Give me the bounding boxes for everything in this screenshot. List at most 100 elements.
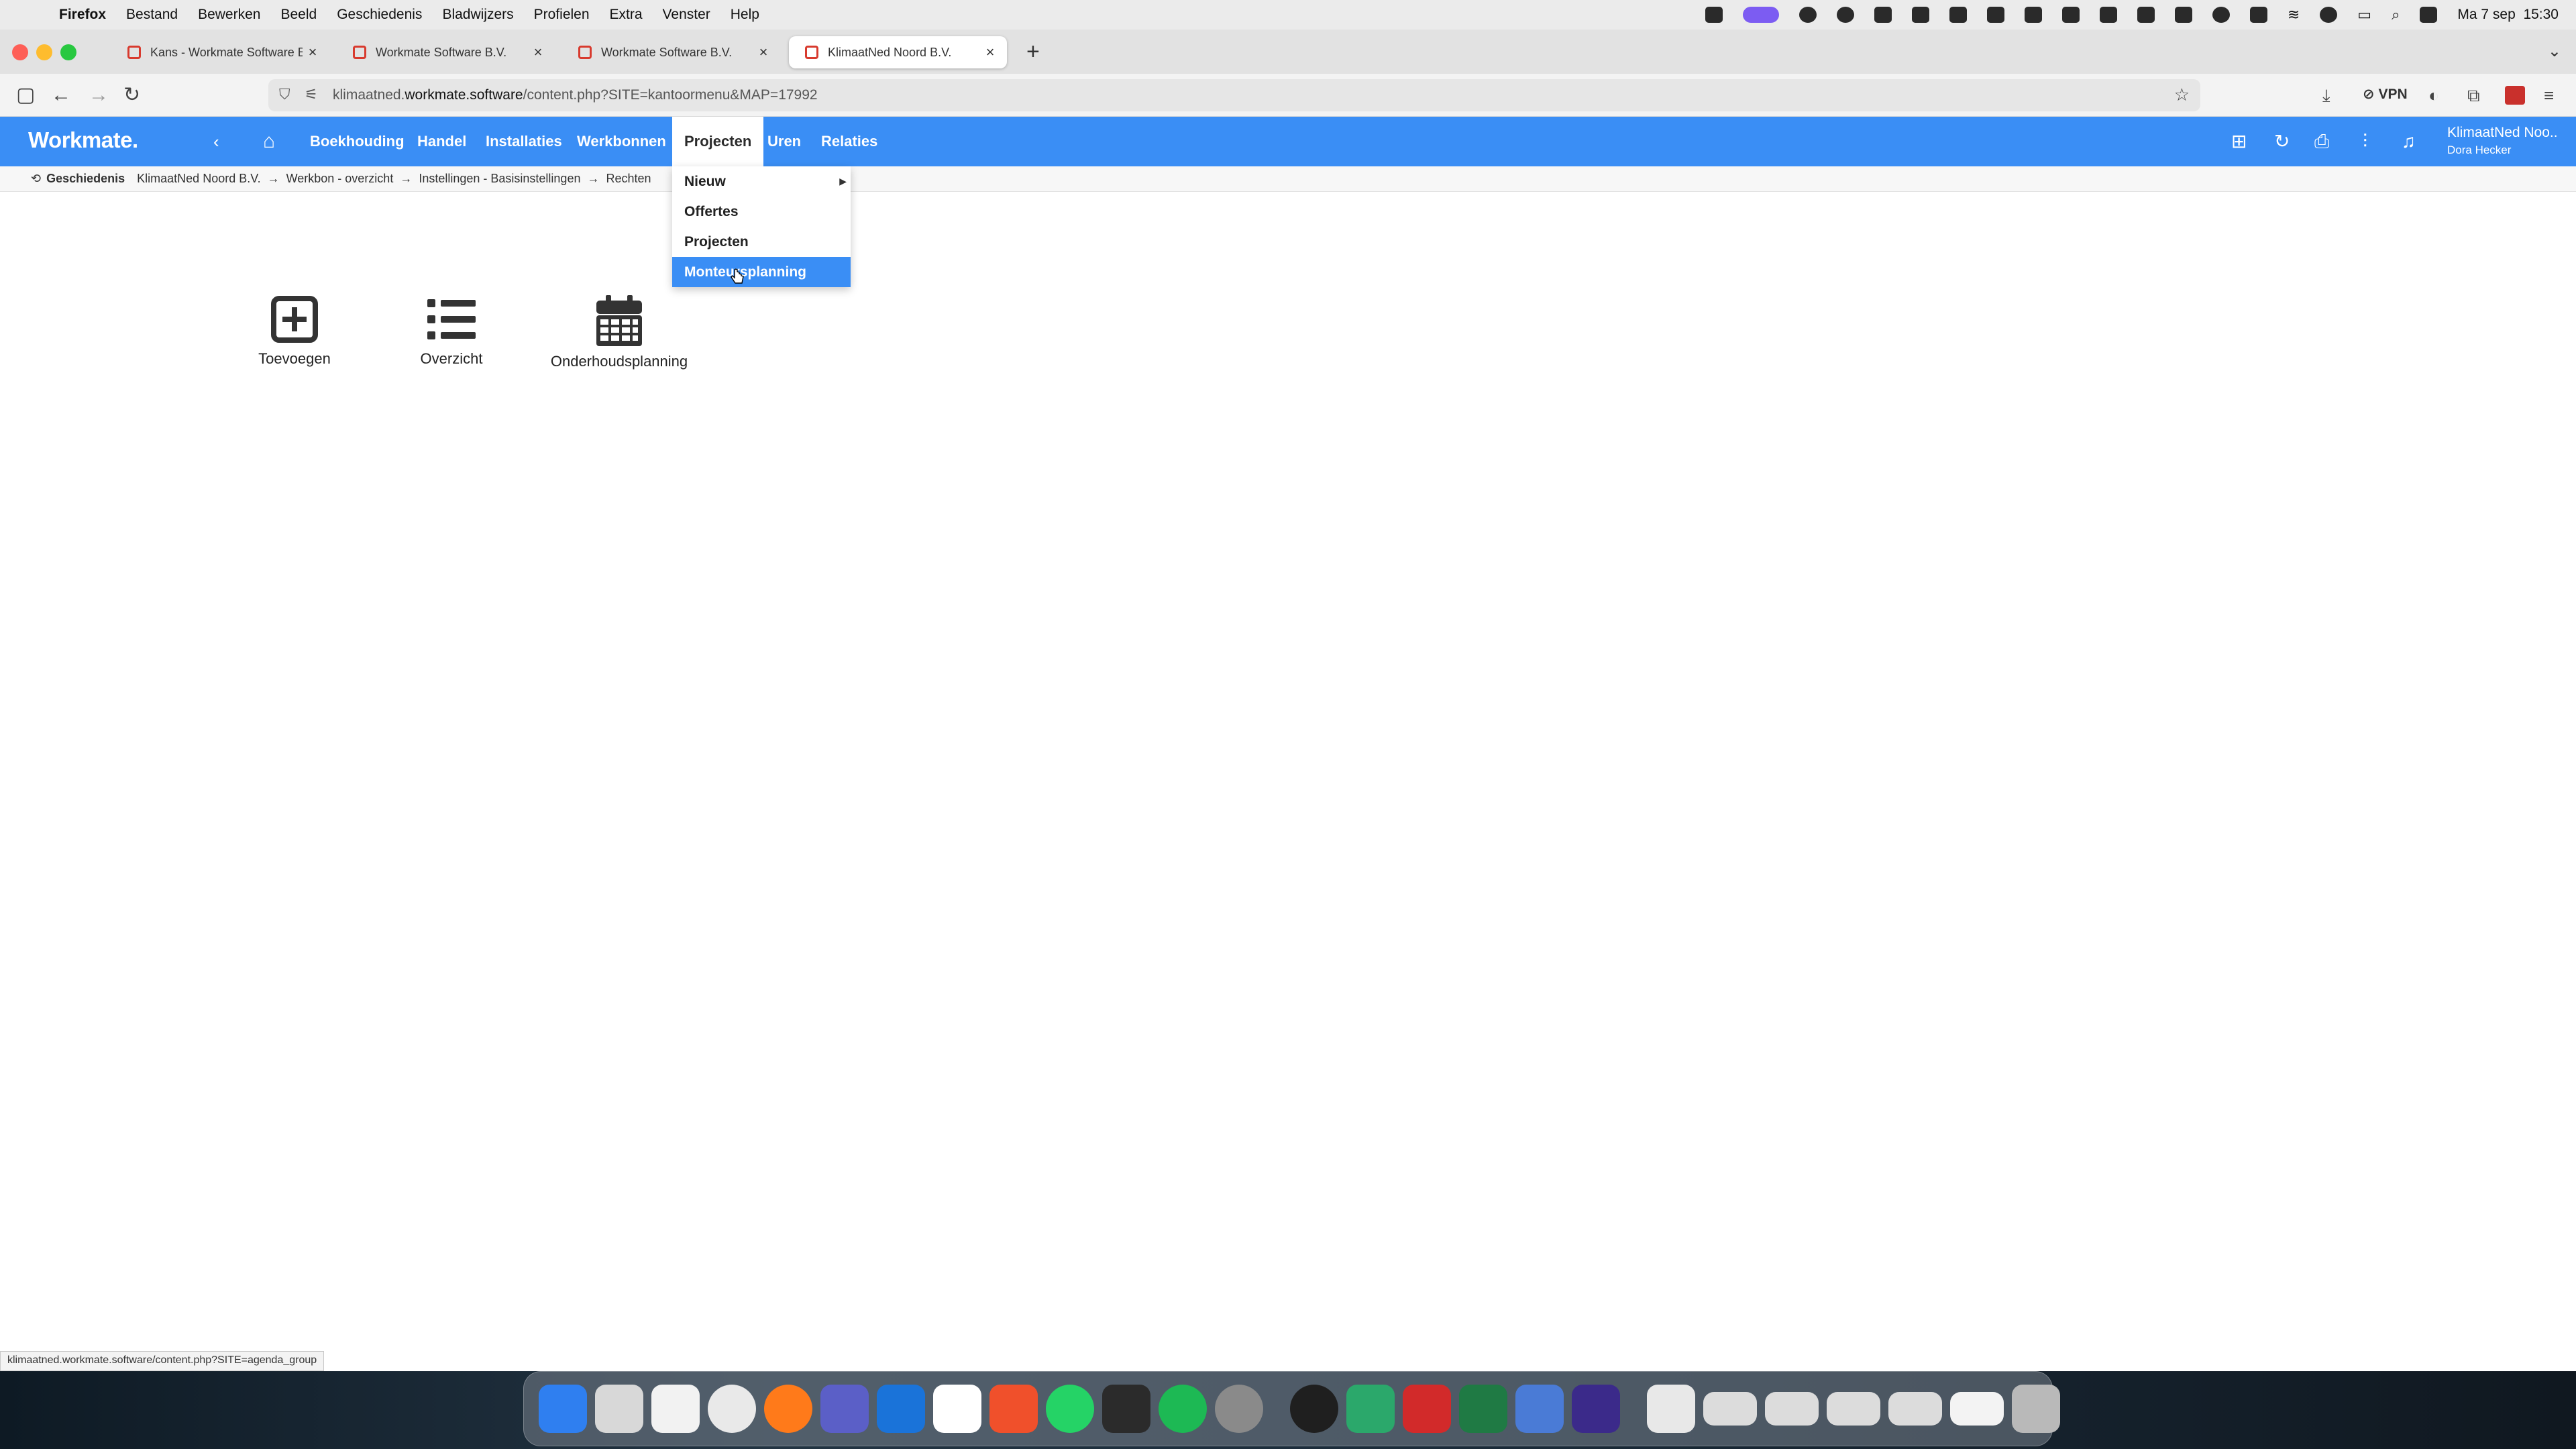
nav-uren[interactable]: Uren [755, 117, 813, 166]
wifi-icon[interactable]: ≋ [2288, 6, 2300, 23]
window-thumbnail-icon[interactable] [1888, 1392, 1942, 1426]
red-extension-icon[interactable] [2505, 86, 2525, 105]
tray-app-icon[interactable] [1705, 7, 1723, 23]
tray-display-icon[interactable] [2249, 7, 2267, 23]
dropdown-item-projecten[interactable]: Projecten [672, 227, 851, 257]
tray-search2-icon[interactable] [2099, 7, 2117, 23]
dropdown-item-nieuw[interactable]: Nieuw ▶ [672, 166, 851, 197]
cursor-app-icon[interactable] [1346, 1385, 1395, 1433]
tray-compass-icon[interactable] [2212, 7, 2230, 23]
document-stack-icon[interactable] [1647, 1385, 1695, 1433]
nav-handel[interactable]: Handel [405, 117, 478, 166]
tray-pdf-icon[interactable] [1986, 7, 2004, 23]
workmate-logo[interactable]: Workmate. [28, 127, 138, 153]
minimize-window-button[interactable] [36, 44, 52, 60]
tray-slack-icon[interactable] [2137, 7, 2155, 23]
tray-cloud-icon[interactable] [1874, 7, 1892, 23]
excel-icon[interactable] [1459, 1385, 1507, 1433]
extensions-puzzle-icon[interactable]: ⧉ [2467, 83, 2480, 107]
extension-icon[interactable]: ◐ [2428, 83, 2439, 107]
menu-profielen[interactable]: Profielen [534, 7, 590, 23]
tile-toevoegen[interactable]: Toevoegen [258, 295, 331, 368]
tray-puzzle-icon[interactable] [1949, 7, 1967, 23]
account-menu[interactable]: KlimaatNed Noo.. Dora Hecker [2447, 125, 2561, 157]
firefox-icon[interactable] [764, 1385, 812, 1433]
vpn-button[interactable]: ⊘ VPN [2363, 86, 2408, 103]
claude-icon[interactable] [989, 1385, 1038, 1433]
close-tab-icon[interactable]: × [303, 44, 323, 61]
nav-installaties[interactable]: Installaties [474, 117, 574, 166]
spotify-icon[interactable] [1159, 1385, 1207, 1433]
close-tab-icon[interactable]: × [980, 44, 1000, 61]
nav-relaties[interactable]: Relaties [809, 117, 890, 166]
menu-beeld[interactable]: Beeld [280, 7, 317, 23]
menu-help[interactable]: Help [731, 7, 759, 23]
breadcrumb-item[interactable]: Werkbon - overzicht [286, 172, 394, 186]
chrome-icon[interactable] [708, 1385, 756, 1433]
tray-screen-icon[interactable] [1742, 7, 1779, 23]
dropdown-item-offertes[interactable]: Offertes [672, 197, 851, 227]
breadcrumb-item[interactable]: KlimaatNed Noord B.V. [137, 172, 260, 186]
tray-sun-icon[interactable] [1799, 7, 1817, 23]
spotlight-icon[interactable]: ⌕ [2392, 6, 2400, 23]
settings-sliders-icon[interactable]: ⫶ [2363, 129, 2367, 154]
bell-icon[interactable]: ♫ [2402, 129, 2416, 154]
menu-bestand[interactable]: Bestand [126, 7, 178, 23]
close-tab-icon[interactable]: × [528, 44, 548, 61]
window-thumbnail-icon[interactable] [1827, 1392, 1880, 1426]
home-icon[interactable]: ⌂ [263, 129, 275, 154]
zoom-window-button[interactable] [60, 44, 76, 60]
tray-box-icon[interactable] [2174, 7, 2192, 23]
menu-geschiedenis[interactable]: Geschiedenis [337, 7, 422, 23]
menu-bewerken[interactable]: Bewerken [198, 7, 260, 23]
system-settings-icon[interactable] [1215, 1385, 1263, 1433]
close-tab-icon[interactable]: × [753, 44, 773, 61]
refresh-icon[interactable]: ↻ [2274, 129, 2290, 154]
bookmark-star-icon[interactable]: ☆ [2174, 85, 2190, 105]
tab-workmate-2[interactable]: Workmate Software B.V. × [562, 36, 780, 68]
menu-bladwijzers[interactable]: Bladwijzers [442, 7, 513, 23]
downloads-icon[interactable]: ⤓ [2322, 83, 2330, 107]
spiral-app-icon[interactable] [1290, 1385, 1338, 1433]
collapse-chevron-icon[interactable]: ‹ [213, 129, 219, 154]
new-tab-icon[interactable]: + [1026, 39, 1040, 65]
finder-icon[interactable] [539, 1385, 587, 1433]
url-bar[interactable]: ⛉ ⚟ klimaatned. workmate.software/content… [268, 79, 2200, 111]
notion-icon[interactable] [933, 1385, 981, 1433]
app-g-icon[interactable] [1572, 1385, 1620, 1433]
tab-klimaatned[interactable]: KlimaatNed Noord B.V. × [789, 36, 1007, 68]
permissions-icon[interactable]: ⚟ [305, 86, 318, 103]
reload-icon[interactable]: ↻ [123, 83, 140, 107]
tab-kans[interactable]: Kans - Workmate Software B.V. × [111, 36, 329, 68]
stats-icon[interactable] [1102, 1385, 1150, 1433]
preview-icon[interactable] [1515, 1385, 1564, 1433]
tray-play-icon[interactable] [2320, 7, 2338, 23]
window-thumbnail-icon[interactable] [1765, 1392, 1819, 1426]
nav-boekhouding[interactable]: Boekhouding [298, 117, 417, 166]
sidebar-toggle-icon[interactable]: ▢ [16, 83, 35, 107]
menubar-clock[interactable]: Ma 7 sep 15:30 [2457, 7, 2559, 23]
print-icon[interactable]: ⎙ [2314, 129, 2329, 154]
dropdown-item-monteursplanning[interactable]: Monteursplanning [672, 257, 851, 287]
window-thumbnail-icon[interactable] [1950, 1392, 2004, 1426]
control-center-icon[interactable] [2420, 7, 2438, 23]
teams-icon[interactable] [820, 1385, 869, 1433]
breadcrumb-item[interactable]: Rechten [606, 172, 651, 186]
tab-list-chevron-icon[interactable]: ⌄ [2548, 42, 2561, 61]
reminders-icon[interactable] [651, 1385, 700, 1433]
tray-sync-icon[interactable] [1836, 7, 1854, 23]
add-screen-icon[interactable]: ⊞ [2231, 129, 2247, 154]
shield-icon[interactable]: ⛉ [279, 86, 290, 103]
whatsapp-icon[interactable] [1046, 1385, 1094, 1433]
nav-werkbonnen[interactable]: Werkbonnen [565, 117, 678, 166]
forward-icon[interactable]: → [89, 83, 109, 107]
tile-overzicht[interactable]: Overzicht [415, 295, 488, 368]
breadcrumb-item[interactable]: Instellingen - Basisinstellingen [419, 172, 580, 186]
pdf-app-icon[interactable] [1403, 1385, 1451, 1433]
menu-extra[interactable]: Extra [610, 7, 643, 23]
back-icon[interactable]: ← [51, 83, 71, 107]
tray-notion-icon[interactable] [2061, 7, 2080, 23]
app-menu-icon[interactable]: ≡ [2544, 83, 2554, 107]
trash-icon[interactable] [2012, 1385, 2060, 1433]
menu-app-name[interactable]: Firefox [59, 7, 106, 23]
